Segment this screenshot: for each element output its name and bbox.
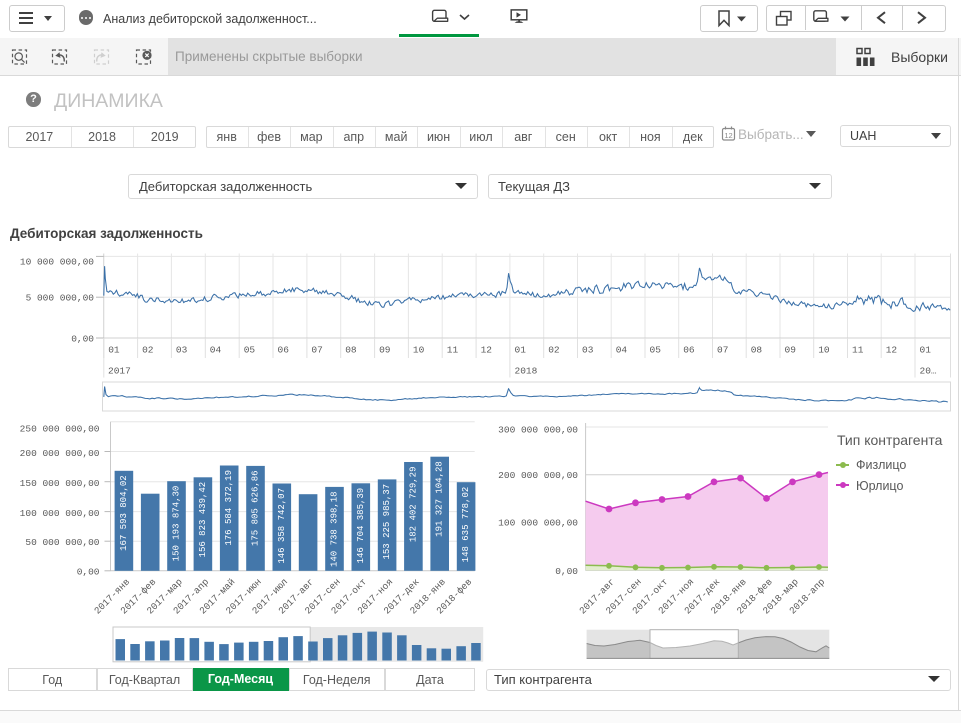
svg-text:02: 02	[142, 345, 154, 356]
svg-text:02: 02	[548, 345, 560, 356]
svg-text:04: 04	[210, 345, 222, 356]
svg-text:01: 01	[920, 345, 932, 356]
svg-text:0,00: 0,00	[71, 333, 94, 344]
svg-text:12: 12	[886, 345, 898, 356]
svg-text:04: 04	[616, 345, 628, 356]
svg-text:50 000 000,00: 50 000 000,00	[25, 537, 99, 548]
svg-text:200 000 000,00: 200 000 000,00	[20, 448, 100, 459]
svg-text:01: 01	[108, 345, 120, 356]
svg-text:191 327 104,28: 191 327 104,28	[435, 461, 445, 537]
svg-text:167 593 804,02: 167 593 804,02	[119, 475, 129, 551]
svg-text:176 584 372,19: 176 584 372,19	[224, 470, 234, 546]
svg-text:2018: 2018	[515, 366, 538, 377]
svg-text:10: 10	[818, 345, 830, 356]
svg-text:100 000 000,00: 100 000 000,00	[498, 518, 578, 529]
svg-text:153 225 985,37: 153 225 985,37	[382, 484, 392, 560]
svg-text:150 000 000,00: 150 000 000,00	[20, 478, 100, 489]
svg-text:05: 05	[244, 345, 256, 356]
svg-text:08: 08	[345, 345, 357, 356]
svg-text:250 000 000,00: 250 000 000,00	[20, 423, 100, 434]
svg-text:10: 10	[413, 345, 425, 356]
svg-text:5 000 000,00: 5 000 000,00	[26, 293, 95, 304]
svg-text:10 000 000,00: 10 000 000,00	[20, 256, 94, 267]
svg-text:07: 07	[311, 345, 322, 356]
svg-text:146 358 742,07: 146 358 742,07	[277, 488, 287, 564]
svg-text:07: 07	[717, 345, 728, 356]
svg-text:03: 03	[582, 345, 594, 356]
svg-text:06: 06	[683, 345, 695, 356]
svg-text:09: 09	[379, 345, 391, 356]
svg-text:12: 12	[481, 345, 493, 356]
svg-text:06: 06	[278, 345, 290, 356]
svg-text:100 000 000,00: 100 000 000,00	[20, 508, 100, 519]
svg-text:200 000 000,00: 200 000 000,00	[498, 470, 578, 481]
svg-text:150 193 874,30: 150 193 874,30	[172, 486, 182, 562]
svg-text:09: 09	[785, 345, 797, 356]
svg-text:0,00: 0,00	[555, 566, 578, 577]
svg-text:01: 01	[515, 345, 527, 356]
svg-text:300 000 000,00: 300 000 000,00	[498, 424, 578, 435]
svg-text:175 805 626,86: 175 805 626,86	[251, 470, 261, 546]
svg-text:12: 12	[724, 131, 732, 140]
svg-text:0,00: 0,00	[77, 567, 100, 578]
svg-text:182 402 729,29: 182 402 729,29	[408, 467, 418, 543]
svg-text:08: 08	[751, 345, 763, 356]
svg-text:146 704 385,39: 146 704 385,39	[356, 488, 366, 564]
svg-text:11: 11	[852, 345, 864, 356]
svg-text:11: 11	[447, 345, 459, 356]
svg-text:148 635 778,02: 148 635 778,02	[461, 487, 471, 563]
svg-text:140 738 398,18: 140 738 398,18	[330, 491, 340, 567]
svg-text:2017: 2017	[108, 366, 131, 377]
svg-text:03: 03	[176, 345, 188, 356]
svg-text:20…: 20…	[920, 366, 937, 377]
svg-text:156 823 439,42: 156 823 439,42	[198, 482, 208, 558]
svg-text:05: 05	[650, 345, 662, 356]
